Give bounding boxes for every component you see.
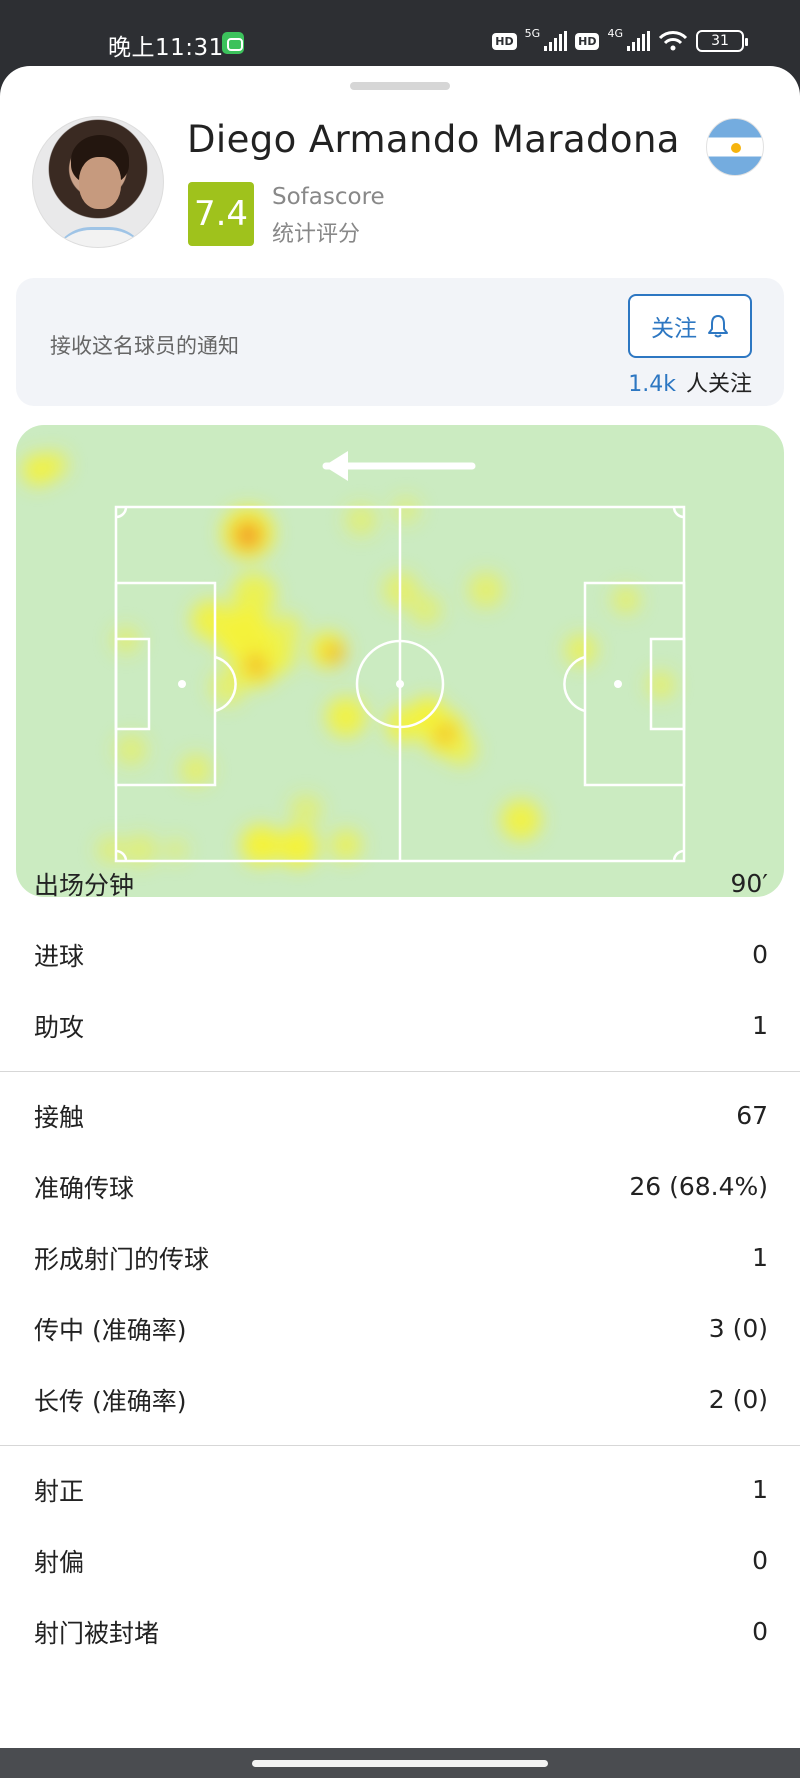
status-indicators: HD 5G HD 4G 31 (492, 26, 748, 52)
status-time: 晚上11:31 (108, 35, 224, 61)
stat-row: 射门被封堵 0 (0, 1596, 800, 1667)
stat-label: 准确传球 (34, 1173, 135, 1203)
home-indicator[interactable] (252, 1760, 548, 1767)
stat-row: 射偏 0 (0, 1525, 800, 1596)
wifi-icon (658, 30, 688, 52)
stat-value: 26 (68.4%) (629, 1172, 768, 1201)
followers-suffix: 人关注 (685, 372, 752, 397)
stat-value: 90′ (730, 869, 769, 898)
follow-label: 关注 (651, 316, 697, 342)
followers-count: 1.4k 人关注 (628, 366, 752, 398)
argentina-flag-icon (706, 118, 764, 176)
rating-caption: 统计评分 (272, 222, 361, 247)
stats-group-shooting: 射正 1 射偏 0 射门被封堵 0 (0, 1446, 800, 1677)
network-type-label: 5G (524, 26, 541, 40)
stat-label: 助攻 (34, 1012, 85, 1042)
stat-value: 1 (752, 1011, 768, 1040)
bell-icon (708, 315, 728, 338)
rating-source: Sofascore (272, 184, 385, 210)
stat-label: 出场分钟 (34, 870, 135, 900)
stats-group-passing: 接触 67 准确传球 26 (68.4%) 形成射门的传球 1 传中 (准确率) 3 (… (0, 1072, 800, 1446)
stat-value: 2 (0) (708, 1385, 768, 1414)
player-avatar (32, 116, 164, 248)
follow-button[interactable]: 关注 (628, 294, 752, 358)
stat-label: 射正 (34, 1476, 85, 1506)
hd-icon: HD (492, 32, 517, 50)
attack-direction-arrow-icon (322, 451, 476, 481)
player-name: Diego Armando Maradona (187, 118, 680, 161)
signal-icon (627, 31, 650, 51)
stat-row: 出场分钟 90′ (0, 848, 800, 919)
stat-row: 接触 67 (0, 1080, 800, 1151)
stat-label: 传中 (准确率) (34, 1315, 187, 1345)
notification-text: 接收这名球员的通知 (50, 334, 239, 358)
stat-value: 1 (752, 1475, 768, 1504)
stat-value: 0 (752, 1546, 768, 1575)
battery-icon: 31 (696, 30, 748, 52)
stat-label: 接触 (34, 1102, 85, 1132)
stat-row: 进球 0 (0, 919, 800, 990)
stat-value: 3 (0) (708, 1314, 768, 1343)
stat-row: 射正 1 (0, 1454, 800, 1525)
stat-value: 1 (752, 1243, 768, 1272)
stat-value: 67 (736, 1101, 768, 1130)
stat-row: 准确传球 26 (68.4%) (0, 1151, 800, 1222)
stats-list: 出场分钟 90′ 进球 0 助攻 1 接触 67 准确传球 26 (68.4%) 形成射门… (0, 840, 800, 1677)
signal-icon (544, 31, 568, 51)
stat-row: 传中 (准确率) 3 (0) (0, 1293, 800, 1364)
sheet-grabber[interactable] (350, 82, 450, 90)
stat-label: 长传 (准确率) (34, 1386, 187, 1416)
heat-blobs (22, 451, 675, 867)
stat-row: 长传 (准确率) 2 (0) (0, 1364, 800, 1435)
app-notification-icon (222, 32, 244, 54)
stat-value: 0 (752, 1617, 768, 1646)
stat-label: 形成射门的传球 (34, 1244, 210, 1274)
stat-label: 射门被封堵 (34, 1618, 160, 1648)
stat-label: 进球 (34, 941, 85, 971)
stat-row: 助攻 1 (0, 990, 800, 1061)
heatmap-svg (22, 451, 686, 867)
stat-row: 形成射门的传球 1 (0, 1222, 800, 1293)
rating-badge: 7.4 (188, 182, 254, 246)
status-bar: 晚上11:31 HD 5G HD 4G 31 (0, 0, 800, 68)
stats-group-general: 出场分钟 90′ 进球 0 助攻 1 (0, 840, 800, 1072)
stat-label: 射偏 (34, 1547, 85, 1577)
navigation-bar (0, 1748, 800, 1778)
heatmap-card (16, 425, 784, 897)
network-type-label: 4G (607, 26, 623, 40)
notification-card: 接收这名球员的通知 关注 1.4k 人关注 (16, 278, 784, 406)
followers-number: 1.4k (628, 372, 676, 397)
stat-value: 0 (752, 940, 768, 969)
hd-icon: HD (575, 32, 600, 50)
